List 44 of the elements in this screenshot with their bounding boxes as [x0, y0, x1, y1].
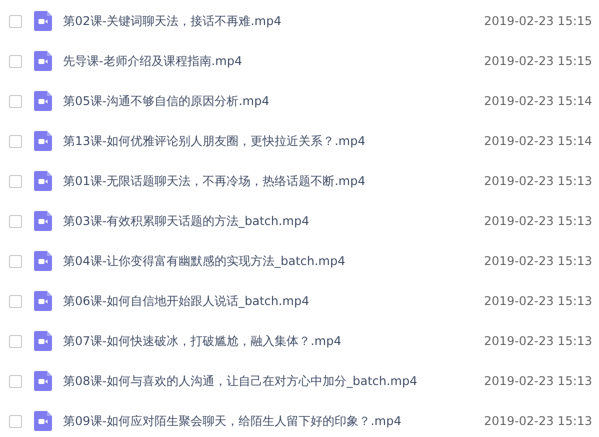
file-name[interactable]: 第06课-如何自信地开始跟人说话_batch.mp4: [63, 292, 484, 310]
checkbox[interactable]: [9, 174, 22, 188]
modified-date: 2019-02-23 15:13: [484, 414, 594, 428]
file-name[interactable]: 第03课-有效积累聊天话题的方法_batch.mp4: [63, 212, 484, 230]
video-file-icon: [34, 91, 52, 111]
modified-date: 2019-02-23 15:13: [484, 254, 594, 268]
checkbox[interactable]: [9, 54, 22, 68]
file-name[interactable]: 第01课-无限话题聊天法，不再冷场，热络话题不断.mp4: [63, 172, 484, 190]
checkbox[interactable]: [9, 294, 22, 308]
modified-date: 2019-02-23 15:13: [484, 374, 594, 388]
file-name[interactable]: 第13课-如何优雅评论别人朋友圈，更快拉近关系？.mp4: [63, 132, 484, 150]
modified-date: 2019-02-23 15:13: [484, 294, 594, 308]
file-name[interactable]: 第09课-如何应对陌生聚会聊天，给陌生人留下好的印象？.mp4: [63, 412, 484, 430]
video-file-icon: [34, 331, 52, 351]
video-file-icon: [34, 171, 52, 191]
file-name[interactable]: 第05课-沟通不够自信的原因分析.mp4: [63, 92, 484, 110]
video-file-icon: [34, 251, 52, 271]
checkbox[interactable]: [9, 134, 22, 148]
video-file-icon: [34, 371, 52, 391]
modified-date: 2019-02-23 15:13: [484, 174, 594, 188]
modified-date: 2019-02-23 15:13: [484, 334, 594, 348]
checkbox[interactable]: [9, 14, 22, 28]
checkbox[interactable]: [9, 414, 22, 428]
video-file-icon: [34, 51, 52, 71]
video-file-icon: [34, 211, 52, 231]
modified-date: 2019-02-23 15:15: [484, 54, 594, 68]
video-file-icon: [34, 11, 52, 31]
file-name[interactable]: 第08课-如何与喜欢的人沟通，让自己在对方心中加分_batch.mp4: [63, 372, 484, 390]
video-file-icon: [34, 291, 52, 311]
checkbox[interactable]: [9, 374, 22, 388]
video-file-icon: [34, 411, 52, 431]
video-file-icon: [34, 131, 52, 151]
checkbox[interactable]: [9, 334, 22, 348]
file-name[interactable]: 第02课-关键词聊天法，接话不再难.mp4: [63, 12, 484, 30]
modified-date: 2019-02-23 15:15: [484, 14, 594, 28]
modified-date: 2019-02-23 15:14: [484, 134, 594, 148]
modified-date: 2019-02-23 15:13: [484, 214, 594, 228]
checkbox[interactable]: [9, 94, 22, 108]
file-name[interactable]: 第07课-如何快速破冰，打破尴尬，融入集体？.mp4: [63, 332, 484, 350]
file-name[interactable]: 第04课-让你变得富有幽默感的实现方法_batch.mp4: [63, 252, 484, 270]
file-name[interactable]: 先导课-老师介绍及课程指南.mp4: [63, 52, 484, 70]
checkbox[interactable]: [9, 214, 22, 228]
checkbox[interactable]: [9, 254, 22, 268]
modified-date: 2019-02-23 15:14: [484, 94, 594, 108]
